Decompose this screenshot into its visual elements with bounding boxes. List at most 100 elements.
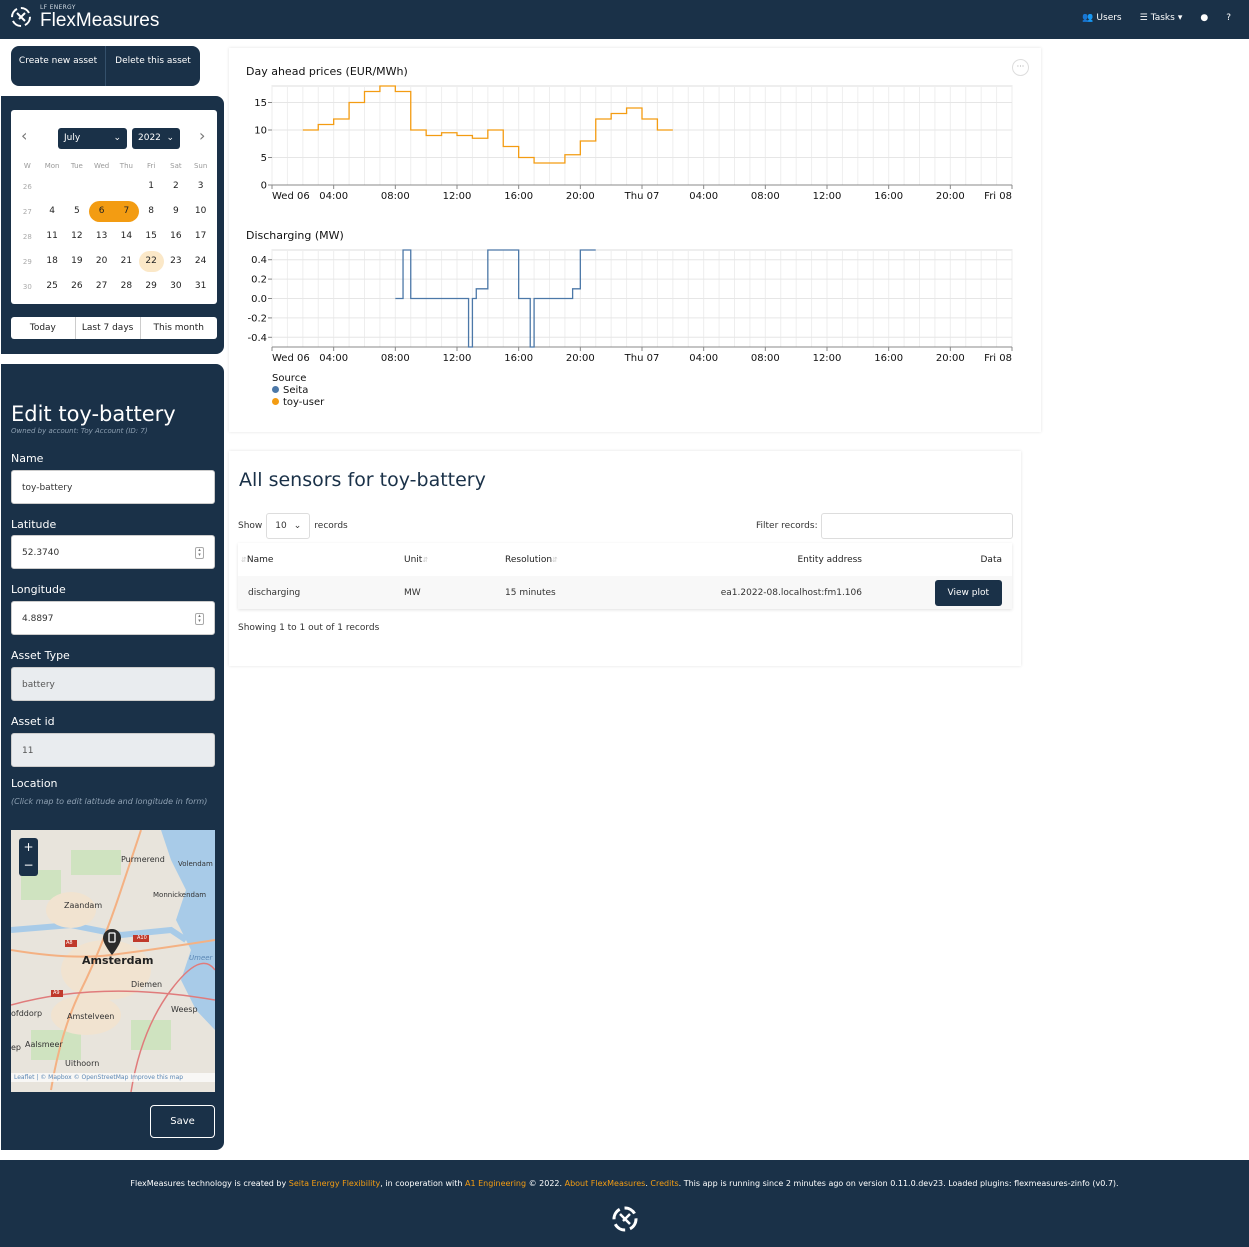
calendar-day[interactable]: 2 bbox=[164, 176, 189, 197]
brand-name: FlexMeasures bbox=[40, 9, 160, 31]
calendar-day[interactable]: 7 bbox=[114, 201, 139, 222]
y-tick-label: -0.2 bbox=[247, 313, 267, 324]
nav-tasks[interactable]: ☰ Tasks ▾ bbox=[1140, 13, 1183, 23]
column-header-unit[interactable]: Unit⇵ bbox=[404, 555, 505, 565]
calendar-day[interactable]: 17 bbox=[188, 226, 213, 247]
calendar-day[interactable]: 15 bbox=[139, 226, 164, 247]
map-place-label: Volendam bbox=[178, 860, 213, 868]
page-size-select[interactable]: 10 ⌄ bbox=[266, 513, 311, 539]
y-tick-label: -0.4 bbox=[247, 333, 267, 344]
calendar-day[interactable]: 14 bbox=[114, 226, 139, 247]
legend-item[interactable]: Seita bbox=[272, 385, 324, 397]
calendar-day[interactable]: 30 bbox=[164, 276, 189, 297]
nav-users[interactable]: 👥 Users bbox=[1082, 13, 1121, 23]
nav-help[interactable]: ? bbox=[1226, 13, 1231, 23]
calendar-day[interactable]: 11 bbox=[40, 226, 65, 247]
calendar-day[interactable]: 28 bbox=[114, 276, 139, 297]
calendar-day[interactable]: 23 bbox=[164, 251, 189, 272]
calendar-day[interactable]: 3 bbox=[188, 176, 213, 197]
y-tick-label: 15 bbox=[254, 98, 267, 109]
x-tick-label: Wed 06 bbox=[272, 353, 310, 364]
edit-asset-panel: Edit toy-battery Owned by account: Toy A… bbox=[1, 364, 224, 1150]
calendar-weekday-header: W Mon Tue Wed Thu Fri Sat Sun bbox=[15, 158, 213, 174]
column-header-resolution[interactable]: Resolution⇵ bbox=[505, 555, 665, 565]
filter-input[interactable] bbox=[820, 513, 1013, 539]
sensors-table: ⇵Name Unit⇵ Resolution⇵ Entity address D… bbox=[238, 543, 1012, 609]
x-tick-label: 04:00 bbox=[319, 191, 348, 202]
calendar-day[interactable]: 29 bbox=[139, 276, 164, 297]
longitude-stepper[interactable]: ▴ ▾ bbox=[195, 613, 204, 625]
calendar-day[interactable]: 5 bbox=[65, 201, 90, 222]
filter-control: Filter records: bbox=[756, 513, 1013, 539]
calendar-day[interactable]: 9 bbox=[164, 201, 189, 222]
view-plot-button[interactable]: View plot bbox=[934, 579, 1002, 606]
latitude-value: 52.3740 bbox=[22, 548, 60, 558]
save-button[interactable]: Save bbox=[150, 1105, 215, 1138]
latitude-field[interactable]: 52.3740 ▴ ▾ bbox=[11, 535, 215, 569]
brand[interactable]: LF ENERGY FlexMeasures bbox=[8, 4, 159, 30]
nav-users-label: Users bbox=[1096, 13, 1122, 23]
about-flexmeasures-link[interactable]: About FlexMeasures bbox=[565, 1179, 646, 1188]
longitude-field[interactable]: 4.8897 ▴ ▾ bbox=[11, 601, 215, 635]
calendar-day[interactable]: 8 bbox=[139, 201, 164, 222]
month-select[interactable]: July ⌄ bbox=[58, 128, 127, 149]
zoom-in-button[interactable]: + bbox=[19, 838, 38, 856]
a1-engineering-link[interactable]: A1 Engineering bbox=[465, 1179, 526, 1188]
calendar-day[interactable]: 4 bbox=[40, 201, 65, 222]
sensors-card: All sensors for toy-battery Show 10 ⌄ re… bbox=[229, 451, 1021, 666]
calendar-day[interactable]: 18 bbox=[40, 251, 65, 272]
next-month-icon[interactable]: › bbox=[199, 126, 205, 145]
road-label: A9 bbox=[53, 990, 60, 996]
location-map[interactable]: Purmerend Volendam Monnickendam Zaandam … bbox=[11, 830, 215, 1092]
users-icon: 👥 bbox=[1082, 13, 1094, 23]
map-attribution[interactable]: Leaflet | © Mapbox © OpenStreetMap Impro… bbox=[11, 1073, 215, 1082]
legend-label: Seita bbox=[283, 385, 309, 396]
sensor-charts-card: Day ahead prices (EUR/MWh) ··· 0 5 10 15 Wed… bbox=[229, 48, 1041, 432]
calendar-day[interactable]: 26 bbox=[65, 276, 90, 297]
map-place-label: ofddorp bbox=[11, 1009, 43, 1018]
range-today[interactable]: Today bbox=[11, 317, 76, 339]
year-select[interactable]: 2022 ⌄ bbox=[132, 128, 180, 149]
calendar-day[interactable]: 24 bbox=[188, 251, 213, 272]
calendar-day[interactable]: 1 bbox=[139, 176, 164, 197]
seita-link[interactable]: Seita Energy Flexibility bbox=[289, 1179, 381, 1188]
prev-month-icon[interactable]: ‹ bbox=[21, 126, 27, 145]
legend-item[interactable]: toy-user bbox=[272, 397, 324, 409]
calendar-day[interactable]: 21 bbox=[114, 251, 139, 272]
calendar-day[interactable]: 20 bbox=[89, 251, 114, 272]
calendar-day[interactable]: 25 bbox=[40, 276, 65, 297]
name-field[interactable]: toy-battery bbox=[11, 470, 215, 504]
calendar-day[interactable]: 19 bbox=[65, 251, 90, 272]
calendar-day[interactable]: 27 bbox=[89, 276, 114, 297]
calendar-day[interactable]: 31 bbox=[188, 276, 213, 297]
map-marker-icon[interactable] bbox=[102, 928, 122, 956]
calendar-day[interactable]: 10 bbox=[188, 201, 213, 222]
x-tick-label: 20:00 bbox=[566, 353, 595, 364]
calendar-day[interactable]: 12 bbox=[65, 226, 90, 247]
delete-asset-button[interactable]: Delete this asset bbox=[106, 46, 200, 86]
footer-text: FlexMeasures technology is created by Se… bbox=[130, 1179, 1119, 1188]
weekday-label: Wed bbox=[93, 162, 110, 170]
create-asset-button[interactable]: Create new asset bbox=[11, 46, 106, 86]
map-place-label: Zaandam bbox=[64, 901, 103, 910]
map-place-label: Weesp bbox=[171, 1005, 198, 1014]
records-label: records bbox=[314, 521, 348, 531]
calendar-day[interactable]: 6 bbox=[89, 201, 114, 222]
credits-link[interactable]: Credits bbox=[650, 1179, 678, 1188]
weekday-label: Sun bbox=[193, 162, 208, 170]
map-place-label: Diemen bbox=[131, 980, 163, 989]
range-last-7-days[interactable]: Last 7 days bbox=[76, 317, 141, 339]
latitude-stepper[interactable]: ▴ ▾ bbox=[195, 547, 204, 559]
calendar-week-row: 29 18 19 20 21 22 23 24 bbox=[15, 249, 213, 274]
column-header-name[interactable]: ⇵Name bbox=[238, 555, 404, 565]
calendar-day[interactable]: 16 bbox=[164, 226, 189, 247]
asset-type-field: battery bbox=[11, 667, 215, 701]
nav-user-account[interactable]: ● bbox=[1200, 13, 1208, 23]
map-place-label: Monnickendam bbox=[153, 891, 207, 899]
y-tick-label: 0.4 bbox=[251, 255, 267, 266]
range-this-month[interactable]: This month bbox=[141, 317, 218, 339]
calendar-day[interactable]: 22 bbox=[138, 251, 164, 272]
zoom-out-button[interactable]: − bbox=[19, 856, 38, 874]
calendar-day[interactable]: 13 bbox=[89, 226, 114, 247]
show-label: Show bbox=[238, 521, 263, 531]
